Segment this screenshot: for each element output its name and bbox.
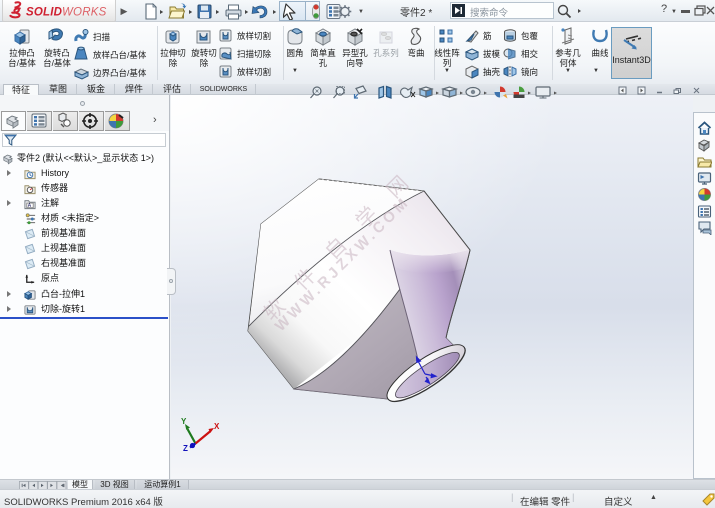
svg-text:X: X — [214, 422, 220, 431]
svg-text:WORKS: WORKS — [62, 7, 107, 19]
svg-text:SOLID: SOLID — [26, 7, 62, 19]
svg-text:Y: Y — [181, 417, 187, 426]
svg-text:Z: Z — [183, 444, 188, 453]
svg-text:A: A — [28, 203, 32, 209]
